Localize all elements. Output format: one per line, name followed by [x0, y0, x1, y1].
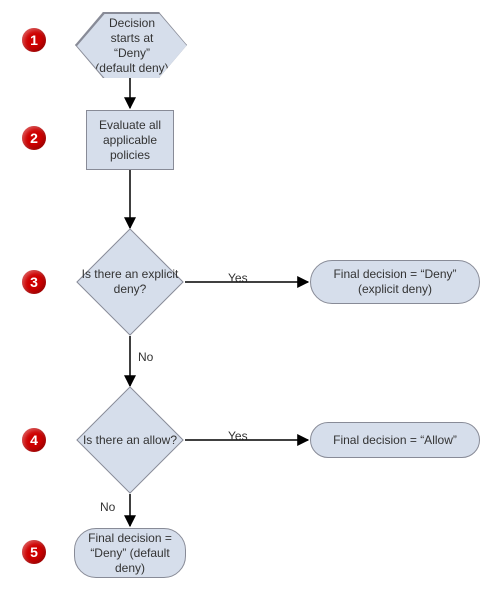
step-badge-2: 2 — [22, 126, 46, 150]
edge-label-no: No — [138, 350, 153, 364]
step-badge-1: 1 — [22, 28, 46, 52]
flowchart: 1 2 3 4 5 Decision starts at “Deny” (def… — [0, 0, 502, 592]
node-text: Evaluate all applicable policies — [87, 118, 173, 163]
edge-label-yes: Yes — [228, 429, 248, 443]
node-evaluate-policies: Evaluate all applicable policies — [86, 110, 174, 170]
node-text: Final decision = “Deny” (explicit deny) — [311, 267, 479, 297]
node-final-deny-explicit: Final decision = “Deny” (explicit deny) — [310, 260, 480, 304]
node-text: Is there an explicit deny? — [76, 267, 184, 297]
node-final-allow: Final decision = “Allow” — [310, 422, 480, 458]
node-final-deny-default: Final decision = “Deny” (default deny) — [74, 528, 186, 578]
node-start-hexagon: Decision starts at “Deny” (default deny) — [75, 12, 187, 78]
node-text: Decision starts at “Deny” (default deny) — [77, 16, 187, 76]
step-badge-4: 4 — [22, 428, 46, 452]
node-explicit-deny-decision: Is there an explicit deny? — [76, 228, 184, 336]
node-text: Final decision = “Allow” — [321, 433, 469, 448]
step-badge-3: 3 — [22, 270, 46, 294]
edge-label-no: No — [100, 500, 115, 514]
step-badge-5: 5 — [22, 540, 46, 564]
node-text: Final decision = “Deny” (default deny) — [75, 531, 185, 576]
edge-label-yes: Yes — [228, 271, 248, 285]
node-text: Is there an allow? — [79, 433, 181, 448]
node-allow-decision: Is there an allow? — [76, 386, 184, 494]
